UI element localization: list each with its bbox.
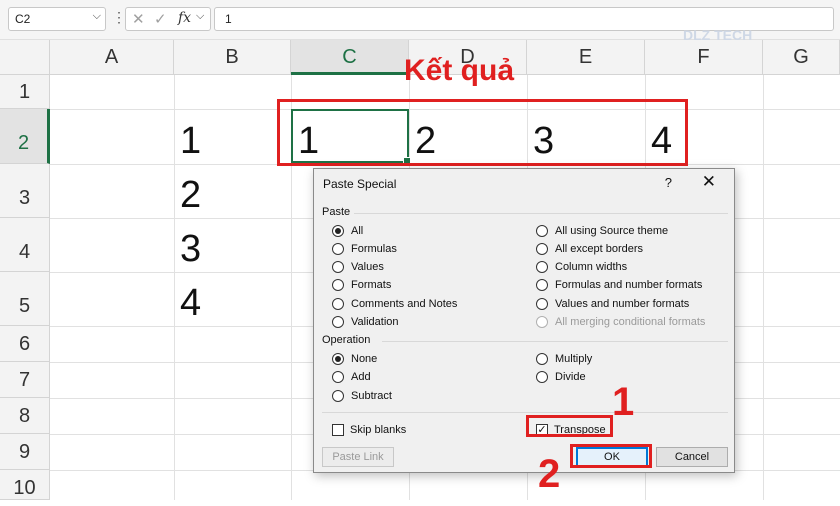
column-header-b[interactable]: B bbox=[174, 40, 291, 75]
paste-section-label: Paste bbox=[322, 206, 351, 218]
row-header-3[interactable]: 3 bbox=[0, 164, 50, 218]
separator bbox=[354, 213, 728, 214]
separator-icon: ⋮ bbox=[112, 9, 126, 25]
radio-formats[interactable]: Formats bbox=[332, 278, 391, 292]
radio-values[interactable]: Values bbox=[332, 260, 384, 274]
name-box-value: C2 bbox=[15, 12, 31, 26]
row-header-2[interactable]: 2 bbox=[0, 109, 50, 164]
radio-divide[interactable]: Divide bbox=[536, 370, 586, 384]
radio-column-widths[interactable]: Column widths bbox=[536, 260, 627, 274]
separator bbox=[382, 341, 728, 342]
radio-multiply[interactable]: Multiply bbox=[536, 352, 592, 366]
radio-all-source-theme[interactable]: All using Source theme bbox=[536, 224, 668, 238]
fx-dropdown-icon[interactable]: ⌵ bbox=[196, 10, 204, 23]
column-header-f[interactable]: F bbox=[645, 40, 763, 75]
close-icon[interactable]: ✕ bbox=[702, 172, 716, 192]
row-header-7[interactable]: 7 bbox=[0, 362, 50, 398]
radio-all-except-borders[interactable]: All except borders bbox=[536, 242, 643, 256]
column-header-e[interactable]: E bbox=[527, 40, 645, 75]
radio-all-merging-conditional: All merging conditional formats bbox=[536, 315, 705, 329]
checkbox-skip-blanks[interactable]: Skip blanks bbox=[332, 423, 406, 437]
radio-formulas-number-formats[interactable]: Formulas and number formats bbox=[536, 278, 702, 292]
step-number-1: 1 bbox=[612, 380, 635, 424]
ok-highlight bbox=[570, 444, 652, 468]
name-box-dropdown-icon[interactable]: ⌵ bbox=[93, 10, 101, 23]
paste-special-dialog: Paste Special ? ✕ Paste All Formulas Val… bbox=[313, 168, 735, 473]
cell-b2[interactable]: 1 bbox=[180, 120, 201, 163]
formula-buttons: ✕ ✓ fx ⌵ bbox=[125, 7, 211, 31]
radio-none[interactable]: None bbox=[332, 352, 377, 366]
row-header-10[interactable]: 10 bbox=[0, 470, 50, 500]
insert-function-icon[interactable]: fx bbox=[178, 10, 191, 26]
row-header-6[interactable]: 6 bbox=[0, 326, 50, 362]
transpose-highlight bbox=[526, 415, 613, 437]
row-header-9[interactable]: 9 bbox=[0, 434, 50, 470]
row-header-8[interactable]: 8 bbox=[0, 398, 50, 434]
select-all-corner[interactable] bbox=[0, 40, 50, 75]
row-header-4[interactable]: 4 bbox=[0, 218, 50, 272]
cell-b4[interactable]: 3 bbox=[180, 228, 201, 271]
column-header-g[interactable]: G bbox=[763, 40, 840, 75]
paste-link-button: Paste Link bbox=[322, 447, 394, 467]
gridline bbox=[174, 75, 175, 500]
step-number-2: 2 bbox=[538, 452, 561, 496]
separator bbox=[322, 412, 728, 413]
cancel-icon[interactable]: ✕ bbox=[132, 10, 145, 28]
enter-icon[interactable]: ✓ bbox=[154, 10, 167, 28]
radio-subtract[interactable]: Subtract bbox=[332, 389, 392, 403]
dialog-title: Paste Special bbox=[323, 177, 397, 191]
operation-section-label: Operation bbox=[322, 334, 371, 346]
radio-comments-notes[interactable]: Comments and Notes bbox=[332, 297, 457, 311]
radio-validation[interactable]: Validation bbox=[332, 315, 399, 329]
result-highlight bbox=[277, 99, 688, 166]
help-icon[interactable]: ? bbox=[665, 175, 672, 190]
column-header-c[interactable]: C bbox=[291, 40, 409, 75]
radio-values-number-formats[interactable]: Values and number formats bbox=[536, 297, 689, 311]
watermark-logo: DLZ TECH bbox=[683, 27, 753, 43]
column-header-a[interactable]: A bbox=[50, 40, 174, 75]
gridline bbox=[763, 75, 764, 500]
name-box[interactable]: C2 ⌵ bbox=[8, 7, 106, 31]
cancel-button[interactable]: Cancel bbox=[656, 447, 728, 467]
radio-formulas[interactable]: Formulas bbox=[332, 242, 397, 256]
cell-b3[interactable]: 2 bbox=[180, 174, 201, 217]
cell-b5[interactable]: 4 bbox=[180, 282, 201, 325]
row-header-1[interactable]: 1 bbox=[0, 75, 50, 109]
radio-all[interactable]: All bbox=[332, 224, 363, 238]
result-label: Kết quả bbox=[404, 54, 515, 87]
row-header-5[interactable]: 5 bbox=[0, 272, 50, 326]
radio-add[interactable]: Add bbox=[332, 370, 371, 384]
